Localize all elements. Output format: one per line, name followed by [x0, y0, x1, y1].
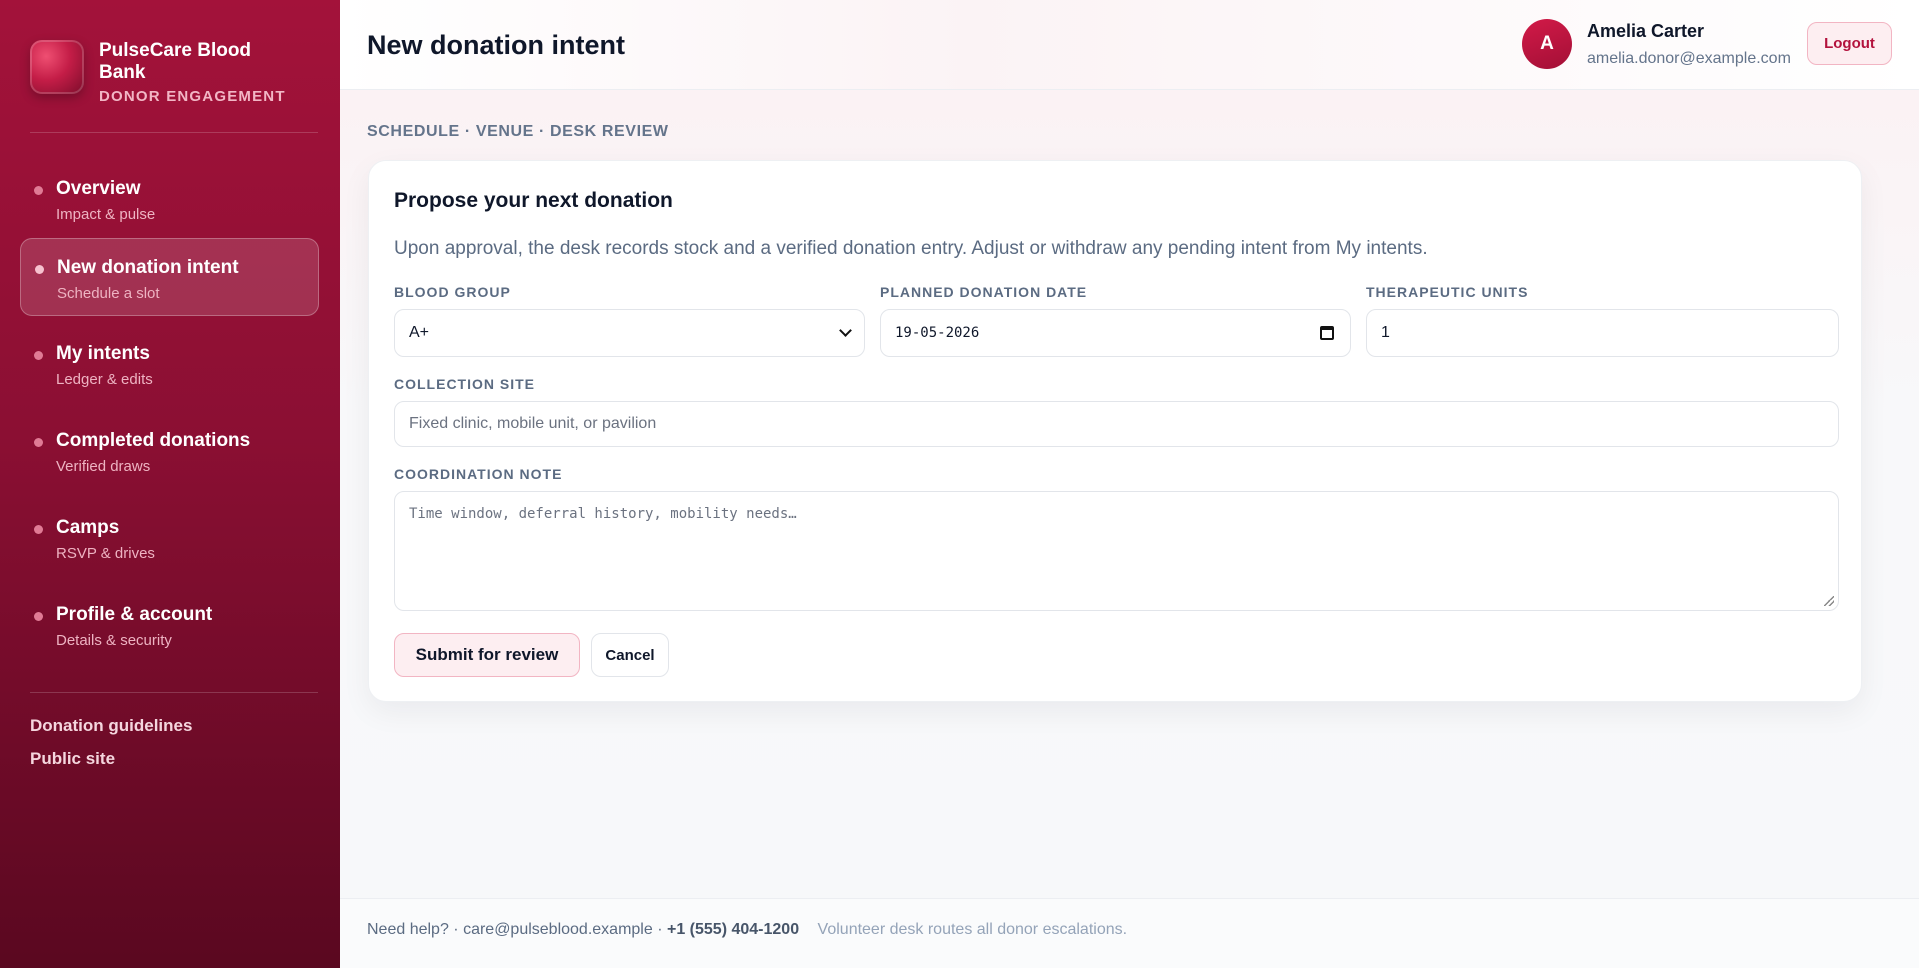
public-site-link[interactable]: Public site	[30, 749, 115, 769]
units-label: THERAPEUTIC UNITS	[1366, 284, 1529, 300]
coordination-note-textarea[interactable]: Time window, deferral history, mobility …	[394, 491, 1839, 611]
sidebar-item-sublabel: Details & security	[56, 632, 172, 649]
footer: Need help? · care@pulseblood.example · +…	[340, 898, 1919, 968]
units-value: 1	[1381, 324, 1390, 341]
sidebar-item-label: Overview	[56, 178, 141, 199]
sidebar-item-sublabel: RSVP & drives	[56, 545, 155, 562]
form-description: Upon approval, the desk records stock an…	[394, 238, 1428, 259]
sidebar-item-camps[interactable]: Camps RSVP & drives	[20, 499, 319, 577]
donation-form-card: Propose your next donation Upon approval…	[368, 160, 1862, 702]
chevron-down-icon	[839, 324, 852, 337]
sidebar: PulseCare Blood Bank DONOR ENGAGEMENT Ov…	[0, 0, 340, 968]
brand-name: PulseCare Blood Bank	[99, 40, 252, 83]
sidebar-item-label: My intents	[56, 343, 150, 364]
coordination-note-label: COORDINATION NOTE	[394, 466, 563, 482]
nav-dot-icon	[34, 438, 43, 447]
submit-button[interactable]: Submit for review	[394, 633, 580, 677]
nav-dot-icon	[34, 612, 43, 621]
sidebar-item-my-intents[interactable]: My intents Ledger & edits	[20, 325, 319, 403]
cancel-button[interactable]: Cancel	[591, 633, 669, 677]
donation-date-value: 19-05-2026	[895, 325, 980, 341]
form-title: Propose your next donation	[394, 189, 673, 212]
blood-group-select[interactable]: A+	[394, 309, 865, 357]
top-header: New donation intent A Amelia Carter amel…	[340, 0, 1919, 90]
donation-guidelines-link[interactable]: Donation guidelines	[30, 716, 192, 736]
collection-site-input[interactable]: Fixed clinic, mobile unit, or pavilion	[394, 401, 1839, 447]
nav-dot-icon	[35, 265, 44, 274]
donation-date-input[interactable]: 19-05-2026	[880, 309, 1351, 357]
sidebar-item-overview[interactable]: Overview Impact & pulse	[20, 160, 319, 238]
nav-dot-icon	[34, 186, 43, 195]
footer-phone[interactable]: +1 (555) 404-1200	[667, 921, 799, 938]
blood-group-value: A+	[409, 324, 430, 341]
logout-button[interactable]: Logout	[1807, 22, 1892, 65]
brand-logo	[30, 40, 84, 94]
donation-date-label: PLANNED DONATION DATE	[880, 284, 1088, 300]
brand[interactable]: PulseCare Blood Bank DONOR ENGAGEMENT	[30, 40, 320, 105]
sidebar-item-completed-donations[interactable]: Completed donations Verified draws	[20, 412, 319, 490]
sidebar-item-profile-account[interactable]: Profile & account Details & security	[20, 586, 319, 664]
footer-help-text: Need help? · care@pulseblood.example ·	[367, 921, 663, 938]
sidebar-item-label: New donation intent	[57, 257, 239, 278]
resize-handle-icon[interactable]	[1824, 596, 1834, 606]
sidebar-item-label: Completed donations	[56, 430, 251, 451]
collection-site-label: COLLECTION SITE	[394, 376, 535, 392]
footer-note: Volunteer desk routes all donor escalati…	[817, 921, 1128, 938]
coordination-note-placeholder: Time window, deferral history, mobility …	[409, 506, 797, 522]
brand-subtitle: DONOR ENGAGEMENT	[99, 88, 286, 105]
breadcrumb: SCHEDULE · VENUE · DESK REVIEW	[367, 123, 669, 140]
sidebar-divider	[30, 692, 318, 693]
footer-help: Need help? · care@pulseblood.example · +…	[367, 921, 1127, 939]
sidebar-item-new-donation-intent[interactable]: New donation intent Schedule a slot	[20, 238, 319, 316]
nav-dot-icon	[34, 525, 43, 534]
avatar[interactable]: A	[1522, 19, 1572, 69]
nav-dot-icon	[34, 351, 43, 360]
page-title: New donation intent	[367, 30, 625, 60]
calendar-icon[interactable]	[1320, 326, 1334, 340]
sidebar-divider	[30, 132, 318, 133]
sidebar-item-sublabel: Ledger & edits	[56, 371, 153, 388]
sidebar-item-label: Camps	[56, 517, 120, 538]
units-input[interactable]: 1	[1366, 309, 1839, 357]
sidebar-item-sublabel: Schedule a slot	[57, 285, 160, 302]
collection-site-placeholder: Fixed clinic, mobile unit, or pavilion	[409, 415, 657, 432]
user-name: Amelia Carter	[1587, 21, 1705, 41]
sidebar-item-label: Profile & account	[56, 604, 213, 625]
sidebar-item-sublabel: Verified draws	[56, 458, 151, 475]
blood-group-label: BLOOD GROUP	[394, 284, 511, 300]
user-email: amelia.donor@example.com	[1587, 50, 1791, 67]
sidebar-item-sublabel: Impact & pulse	[56, 206, 156, 223]
